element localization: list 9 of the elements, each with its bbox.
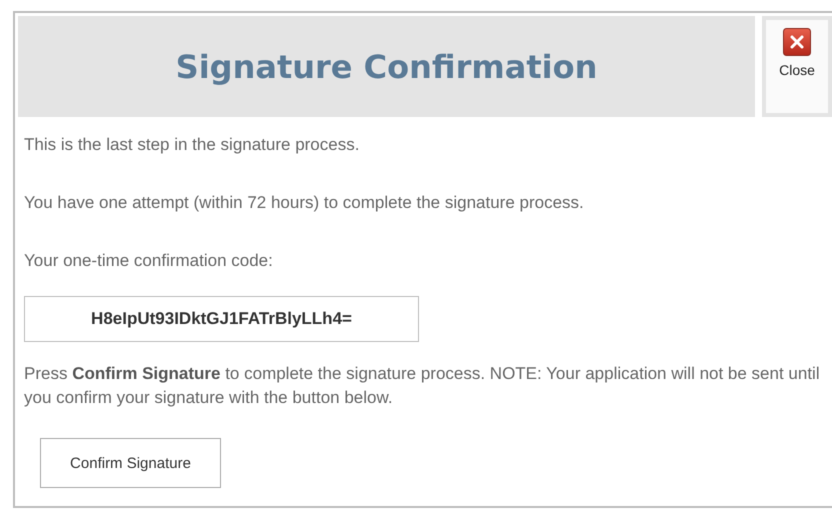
- info-text: You have one attempt (within 72 hours) to complete the signature process.: [24, 192, 585, 214]
- note-text: Press Confirm Signature to complete the signature process. NOTE: Your application will not be sent until you confirm your signature with the button below.: [24, 363, 821, 409]
- close-button[interactable]: Close: [762, 16, 832, 117]
- info-text: Your one-time confirmation code:: [24, 250, 274, 272]
- info-text: This is the last step in the signature process.: [24, 134, 360, 156]
- confirmation-code: H8eIpUt93IDktGJ1FATrBlyLLh4=: [24, 296, 419, 342]
- confirm-signature-button[interactable]: Confirm Signature: [40, 438, 221, 488]
- close-icon: [783, 28, 811, 56]
- dialog-title: Signature Confirmation: [18, 16, 755, 117]
